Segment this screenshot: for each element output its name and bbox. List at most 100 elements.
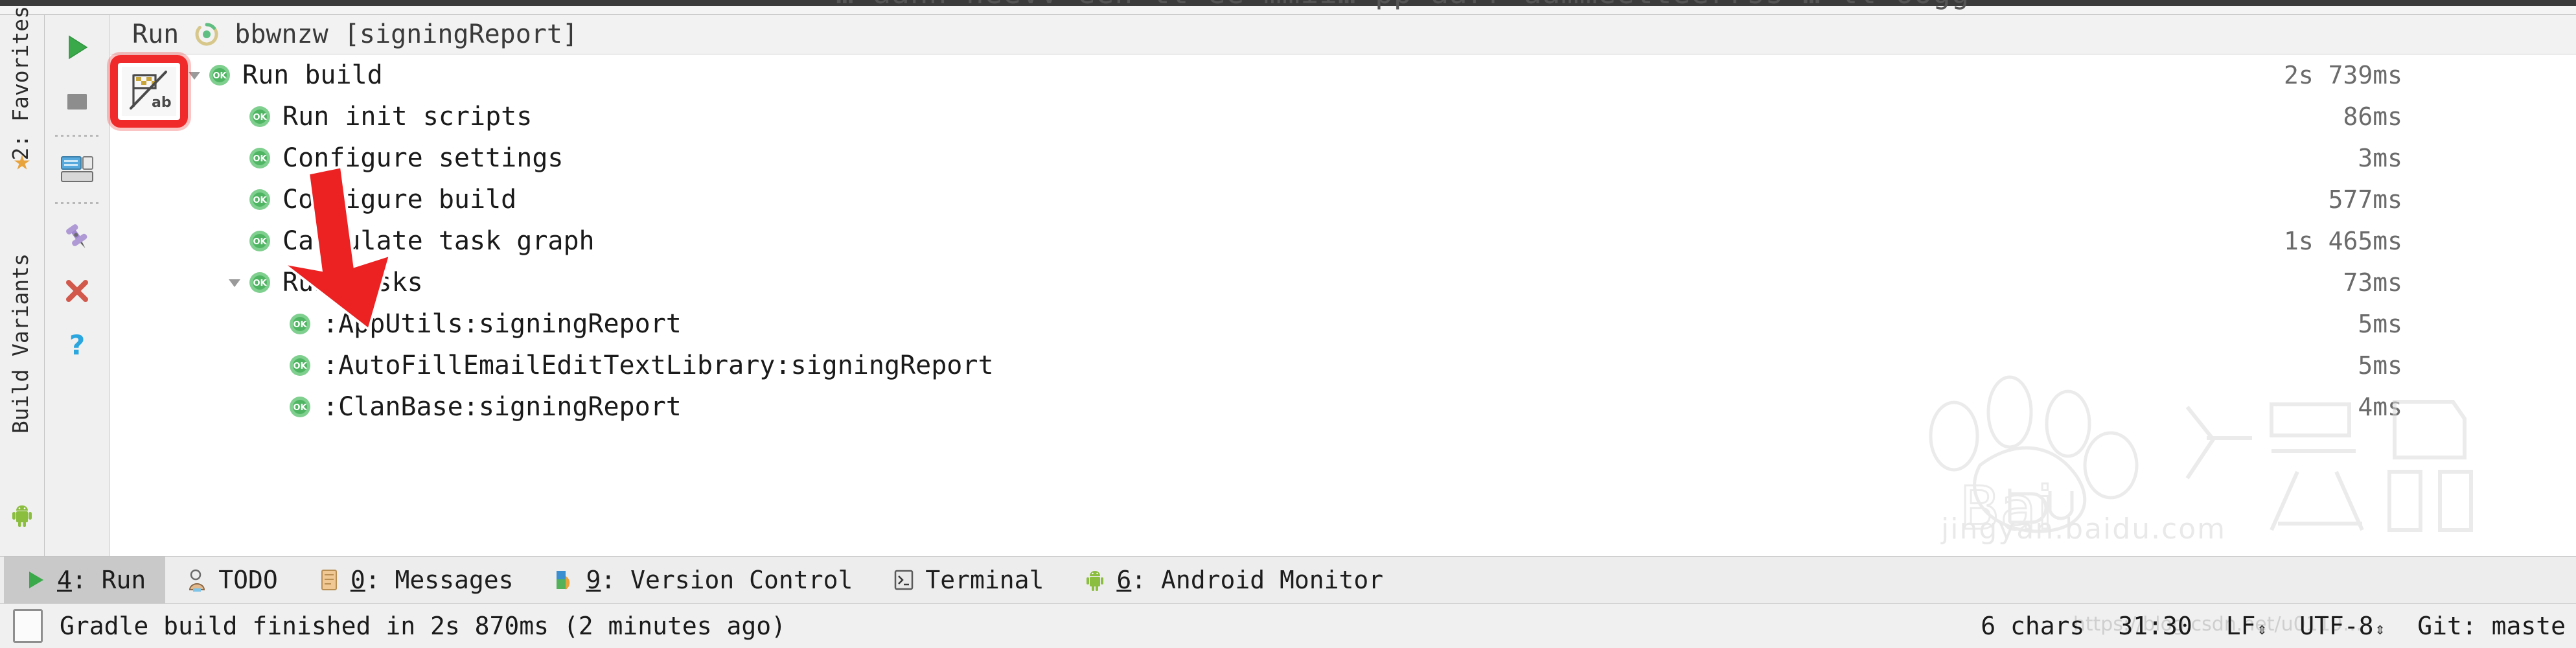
svg-text:ab: ab <box>152 95 172 111</box>
bottom-tab-todo[interactable]: TODO <box>165 557 297 603</box>
svg-text:OK: OK <box>293 403 307 413</box>
tree-row-duration: 4ms <box>2358 393 2402 421</box>
help-button[interactable]: ? <box>45 318 109 373</box>
bottom-tab-text: Run <box>101 566 146 594</box>
svg-text:OK: OK <box>253 196 267 205</box>
bottom-tab-android-monitor[interactable]: 6: Android Monitor <box>1063 557 1403 603</box>
bottom-tab-label: Terminal <box>925 566 1044 594</box>
bottom-tab-terminal[interactable]: Terminal <box>872 557 1063 603</box>
ide-window: … aann neevv een tt ee mmii… pp aarr aam… <box>0 0 2576 648</box>
bottom-tab-label: 9: Version Control <box>586 566 853 594</box>
svg-text:?: ? <box>69 330 85 360</box>
left-tool-rail: 2: Favorites ★ Build Variants <box>0 6 45 556</box>
tree-row-duration: 73ms <box>2343 268 2402 297</box>
line-separator-selector[interactable]: LF ⇕ <box>2225 612 2267 640</box>
tree-row[interactable]: OK Configure build 577ms <box>110 179 2576 220</box>
tree-row[interactable]: OK :AutoFillEmailEditTextLibrary:signingR… <box>110 345 2576 386</box>
status-message: Gradle build finished in 2s 870ms (2 min… <box>60 612 787 640</box>
tree-row-label: Run init scripts <box>282 102 533 132</box>
clipped-editor-strip: … aann neevv een tt ee mmii… pp aarr aam… <box>0 0 2576 15</box>
status-ok-icon: OK <box>288 353 312 378</box>
run-header: Run bbwnzw [signingReport] <box>110 15 2576 54</box>
bottom-tab-run[interactable]: 4: Run <box>4 557 166 603</box>
tree-row-label: :AutoFillEmailEditTextLibrary:signingRep… <box>323 351 994 380</box>
layout-icon <box>61 156 93 182</box>
svg-text:OK: OK <box>213 71 227 81</box>
status-ok-icon: OK <box>288 312 312 336</box>
tree-row-duration: 5ms <box>2358 351 2402 380</box>
svg-text:OK: OK <box>253 279 267 288</box>
status-ok-icon: OK <box>288 395 312 419</box>
tree-row[interactable]: OK Configure settings 3ms <box>110 137 2576 179</box>
tree-row-label: Configure settings <box>282 143 564 173</box>
line-separator-label: LF <box>2225 612 2256 640</box>
todo-icon <box>185 568 209 592</box>
bottom-tab-text: TODO <box>218 566 278 594</box>
tree-row[interactable]: OK Run init scripts 86ms <box>110 96 2576 137</box>
toggle-tasks-execution-button[interactable]: ab <box>122 67 176 116</box>
updown-arrows-icon: ⇕ <box>2375 619 2386 639</box>
svg-text:OK: OK <box>293 320 307 330</box>
toggle-toolbar-icon[interactable] <box>13 609 43 643</box>
stop-button[interactable] <box>45 75 109 129</box>
svg-text:OK: OK <box>253 113 267 122</box>
pin-tab-button[interactable] <box>45 209 109 264</box>
tree-row[interactable]: OK Run tasks 73ms <box>110 262 2576 303</box>
vcs-icon <box>553 568 577 592</box>
status-ok-icon: OK <box>247 270 272 295</box>
bottom-tab-messages[interactable]: 0: Messages <box>297 557 533 603</box>
run-configuration-name: bbwnzw [signingReport] <box>235 19 579 49</box>
toolbar-separator <box>45 129 109 142</box>
chevron-down-icon[interactable] <box>222 274 247 291</box>
tree-row-duration: 1s 465ms <box>2283 227 2402 255</box>
tree-row-label: Configure build <box>282 185 517 214</box>
bottom-tab-text: Android Monitor <box>1161 566 1384 594</box>
close-x-icon <box>66 280 88 302</box>
main-body: 2: Favorites ★ Build Variants ? Run bbwn… <box>0 6 2576 556</box>
restore-layout-button[interactable] <box>45 142 109 196</box>
tree-row-label: Run tasks <box>282 268 423 297</box>
run-toolwindow-content: Run bbwnzw [signingReport] OK Run build 2s… <box>110 15 2576 556</box>
pin-icon <box>66 224 87 249</box>
encoding-label: UTF-8 <box>2299 612 2374 640</box>
encoding-selector[interactable]: UTF-8 ⇕ <box>2299 612 2386 640</box>
status-ok-icon: OK <box>247 146 272 170</box>
caret-position[interactable]: 31:30 <box>2118 612 2192 640</box>
bottom-tab-version-control[interactable]: 9: Version Control <box>533 557 873 603</box>
bottom-toolwindow-tabs: 4: Run TODO 0: Messages 9: Version Control T… <box>0 556 2576 603</box>
terminal-icon <box>891 568 916 592</box>
run-toolwindow-toolbar: ? <box>45 15 110 556</box>
status-ok-icon: OK <box>247 104 272 129</box>
tree-row[interactable]: OK:AppUtils:signingReport 5ms <box>110 303 2576 345</box>
svg-text:Bai: Bai <box>1959 474 2053 543</box>
tree-row[interactable]: OK :ClanBase:signingReport 4ms <box>110 386 2576 428</box>
build-output-tree[interactable]: OK Run build 2s 739ms OK Run init scripts 86m… <box>110 54 2576 556</box>
status-ok-icon: OK <box>247 229 272 253</box>
tree-row-duration: 3ms <box>2358 144 2402 172</box>
git-branch-widget[interactable]: Git: maste <box>2417 612 2566 640</box>
svg-text:OK: OK <box>293 362 307 371</box>
messages-icon <box>317 568 341 592</box>
bottom-tab-mnemonic: 4 <box>57 566 72 594</box>
tree-row[interactable]: OK Run build 2s 739ms <box>110 54 2576 96</box>
status-ok-icon: OK <box>207 63 232 87</box>
tree-row-label: :AppUtils:signingReport <box>323 309 682 339</box>
android-icon <box>9 502 35 528</box>
watermark-url: jingyan.baidu.com <box>1941 513 2227 546</box>
sidebar-item-favorites[interactable]: 2: Favorites <box>8 6 33 160</box>
tree-row[interactable]: OK Calculate task graph 1s 465ms <box>110 220 2576 262</box>
tree-row-duration: 2s 739ms <box>2283 61 2402 89</box>
tree-row-label: :ClanBase:signingReport <box>323 392 682 422</box>
rerun-button[interactable] <box>45 20 109 75</box>
bottom-tab-mnemonic: 6 <box>1116 566 1132 594</box>
page-title: Run <box>132 19 179 49</box>
bottom-tab-text: Terminal <box>925 566 1044 594</box>
sidebar-item-build-variants[interactable]: Build Variants <box>8 253 33 434</box>
bottom-tab-text: Messages <box>395 566 514 594</box>
close-button[interactable] <box>45 264 109 318</box>
char-count: 6 chars <box>1981 612 2085 640</box>
svg-text:OK: OK <box>253 237 267 247</box>
play-icon <box>23 568 48 592</box>
play-icon <box>69 35 88 60</box>
chevron-down-icon[interactable] <box>181 67 207 84</box>
